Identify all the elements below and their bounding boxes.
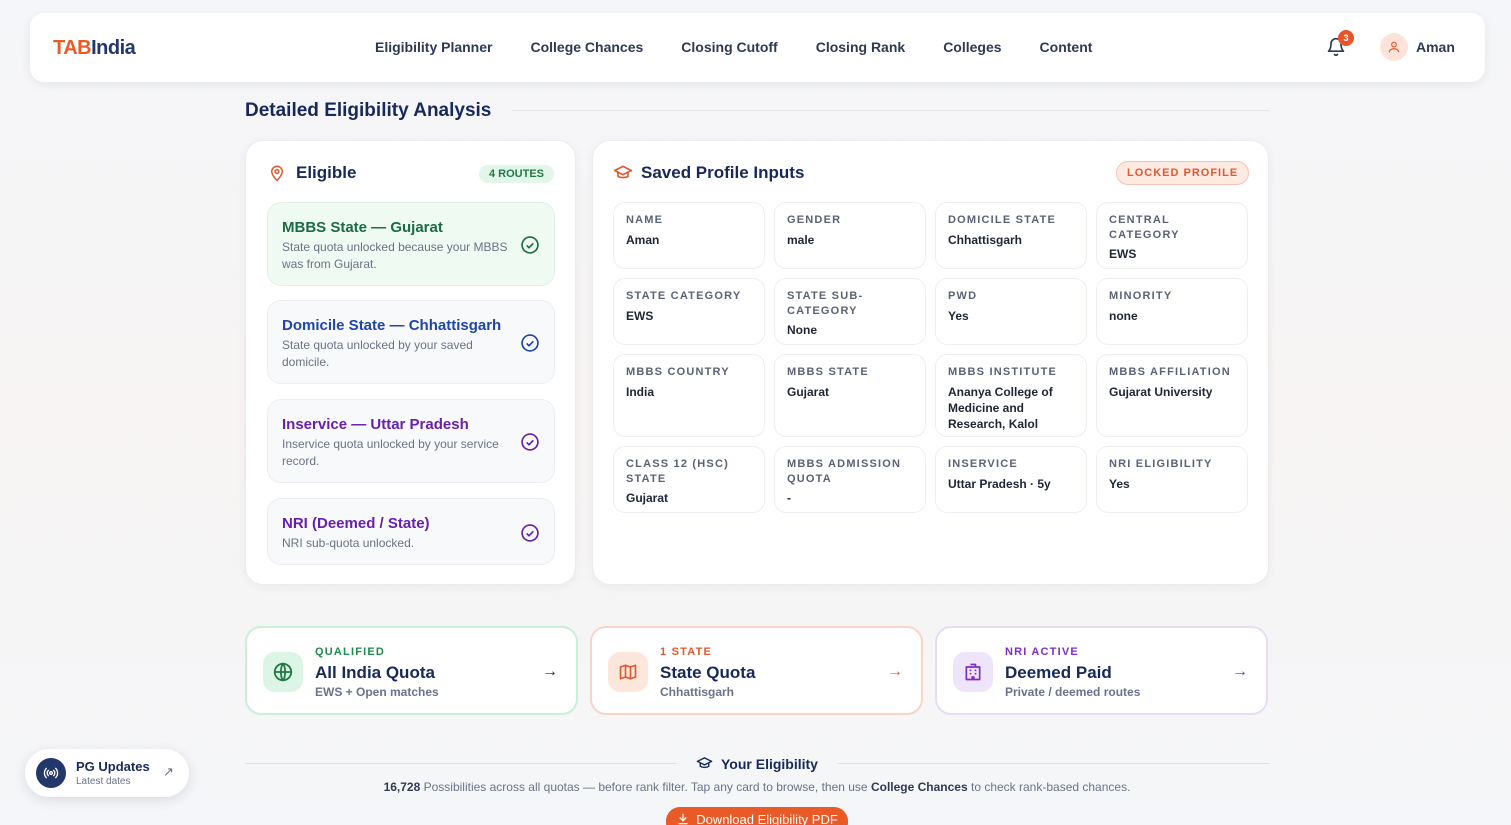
field-class-12-state: Class 12 (HSC) State Gujarat [613,446,765,513]
eligible-card: Eligible 4 ROUTES MBBS State — Gujarat S… [245,140,576,585]
page-title: Detailed Eligibility Analysis [245,100,492,121]
quota-subtitle: EWS + Open matches [315,685,439,699]
divider [245,763,676,764]
route-description: State quota unlocked because your MBBS w… [282,240,508,271]
download-icon [678,813,688,825]
quota-kicker: 1 STATE [660,646,712,658]
profile-header: Saved Profile Inputs [613,163,804,183]
divider [838,763,1269,764]
field-state-sub-category: State Sub-Category None [774,278,926,345]
eligible-header: Eligible [268,163,356,183]
eligible-title: Eligible [296,163,357,182]
your-eligibility-title: Your Eligibility [721,755,818,772]
route-title: Inservice — Uttar Pradesh [282,416,469,433]
nav-closing-rank[interactable]: Closing Rank [816,39,905,55]
your-eligibility-heading: Your Eligibility [696,755,818,772]
check-circle-icon [521,236,539,254]
field-nri-eligibility: NRI Eligibility Yes [1096,446,1248,513]
route-title: Domicile State — Chhattisgarh [282,317,502,334]
location-pin-icon [270,165,284,182]
user-icon [1388,41,1400,53]
pg-updates-pill[interactable]: PG Updates Latest dates ↗ [25,749,189,797]
arrow-right-icon: → [887,663,903,680]
graduation-cap-icon [613,165,633,179]
route-mbbs-state[interactable]: MBBS State — Gujarat State quota unlocke… [267,202,555,286]
field-minority: Minority none [1096,278,1248,345]
route-title: NRI (Deemed / State) [282,515,430,532]
possibilities-count: 16,728 [383,780,421,794]
field-name: Name Aman [613,202,765,269]
deemed-paid-card[interactable]: NRI ACTIVE Deemed Paid Private / deemed … [935,626,1268,715]
check-circle-icon [521,524,539,542]
nav-content[interactable]: Content [1040,39,1093,55]
nav-college-chances[interactable]: College Chances [530,39,643,55]
graduation-cap-icon [696,757,713,769]
user-name[interactable]: Aman [1416,39,1455,55]
college-chances-link[interactable]: College Chances [871,780,968,794]
notification-badge: 3 [1338,30,1354,46]
arrow-up-right-icon: ↗ [163,764,174,779]
profile-card: Saved Profile Inputs LOCKED PROFILE Name… [592,140,1269,585]
quota-kicker: QUALIFIED [315,646,386,658]
field-mbbs-affiliation: MBBS Affiliation Gujarat University [1096,354,1248,437]
eligibility-summary: 16,728 Possibilities across all quotas —… [383,780,1131,794]
field-mbbs-institute: MBBS Institute Ananya College of Medicin… [935,354,1087,437]
globe-icon [273,662,293,682]
field-gender: Gender male [774,202,926,269]
nav-colleges[interactable]: Colleges [943,39,1001,55]
broadcast-icon [43,767,59,779]
pg-updates-subtitle: Latest dates [76,776,131,787]
avatar[interactable] [1380,33,1408,61]
route-nri[interactable]: NRI (Deemed / State) NRI sub-quota unloc… [267,498,555,565]
field-pwd: PWD Yes [935,278,1087,345]
quota-title: Deemed Paid [1005,663,1112,682]
profile-title: Saved Profile Inputs [641,163,805,182]
download-pdf-button[interactable]: Download Eligibility PDF [666,807,848,825]
map-icon [619,664,637,680]
route-description: Inservice quota unlocked by your service… [282,437,499,468]
quota-kicker: NRI ACTIVE [1005,646,1079,658]
nav-eligibility-planner[interactable]: Eligibility Planner [375,39,492,55]
state-quota-card[interactable]: 1 STATE State Quota Chhattisgarh → [590,626,923,715]
field-central-category: Central Category EWS [1096,202,1248,269]
quota-subtitle: Private / deemed routes [1005,685,1141,699]
quota-title: All India Quota [315,663,435,682]
building-icon [965,663,981,681]
route-description: NRI sub-quota unlocked. [282,536,415,550]
route-inservice[interactable]: Inservice — Uttar Pradesh Inservice quot… [267,399,555,483]
divider [512,110,1269,111]
main-nav: Eligibility Planner College Chances Clos… [375,39,1092,55]
route-title: MBBS State — Gujarat [282,219,443,236]
field-domicile-state: Domicile State Chhattisgarh [935,202,1087,269]
pg-updates-title: PG Updates [76,759,150,774]
field-mbbs-admission-quota: MBBS Admission Quota - [774,446,926,513]
arrow-right-icon: → [542,663,558,680]
field-mbbs-country: MBBS Country India [613,354,765,437]
locked-profile-badge: LOCKED PROFILE [1116,161,1250,185]
check-circle-icon [521,334,539,352]
field-mbbs-state: MBBS State Gujarat [774,354,926,437]
quota-title: State Quota [660,663,756,682]
field-state-category: State Category EWS [613,278,765,345]
route-description: State quota unlocked by your saved domic… [282,338,473,369]
all-india-quota-card[interactable]: QUALIFIED All India Quota EWS + Open mat… [245,626,578,715]
logo[interactable]: TABIndia [53,37,136,60]
top-navbar: TABIndia Eligibility Planner College Cha… [30,13,1485,82]
arrow-right-icon: → [1232,663,1248,680]
check-circle-icon [521,433,539,451]
routes-count-badge: 4 ROUTES [479,165,555,183]
nav-closing-cutoff[interactable]: Closing Cutoff [681,39,777,55]
quota-subtitle: Chhattisgarh [660,685,735,699]
field-inservice: Inservice Uttar Pradesh · 5y [935,446,1087,513]
route-domicile-state[interactable]: Domicile State — Chhattisgarh State quot… [267,300,555,384]
